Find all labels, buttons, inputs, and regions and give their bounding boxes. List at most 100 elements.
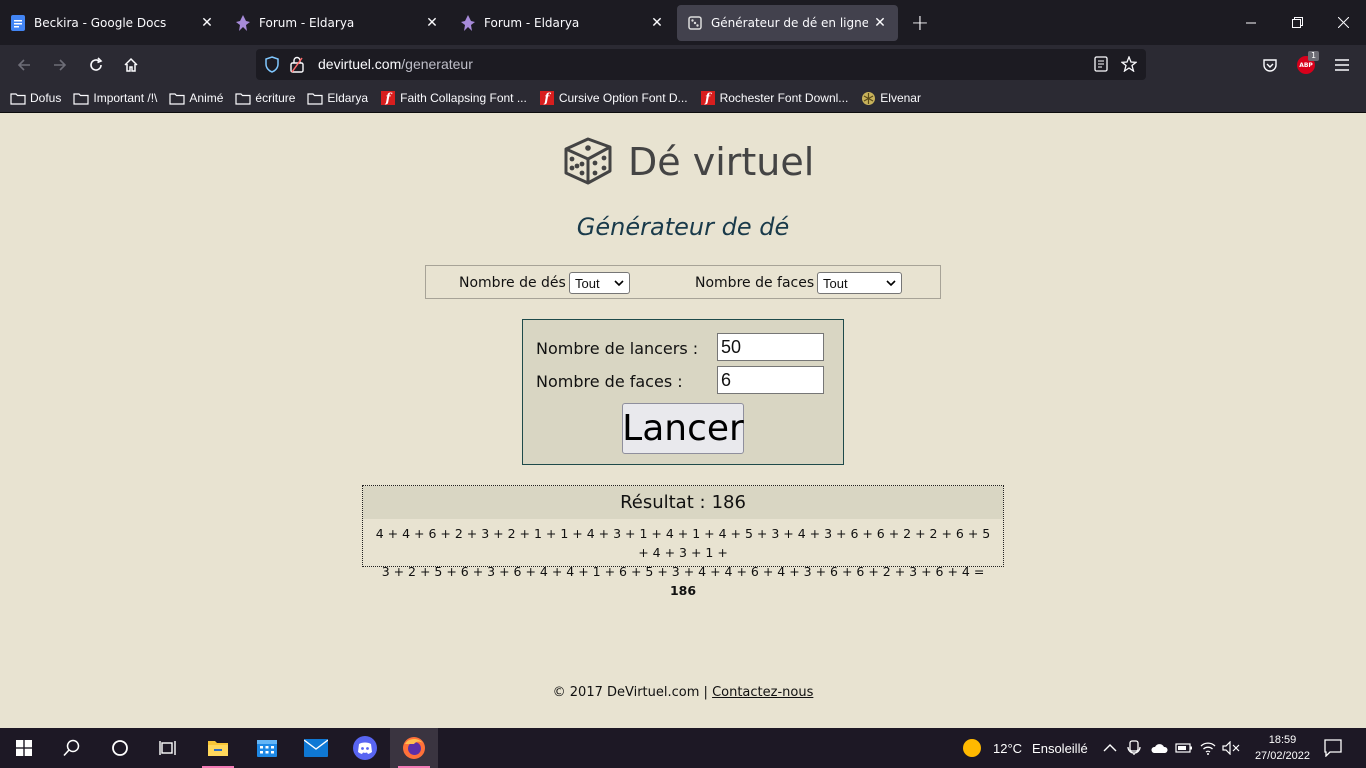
site-logo[interactable]: Dé virtuel — [560, 133, 814, 191]
font-f-icon: f — [380, 90, 396, 106]
menu-icon[interactable] — [1327, 50, 1357, 80]
rolls-label: Nombre de lancers : — [536, 339, 699, 358]
faces-filter-select[interactable]: Tout — [817, 272, 902, 294]
bookmark-cursive-option[interactable]: f Cursive Option Font D... — [539, 90, 688, 106]
bookmark-star-icon[interactable] — [1120, 55, 1138, 76]
url-text[interactable]: devirtuel.com/generateur — [318, 56, 473, 72]
folder-icon — [169, 90, 185, 106]
wifi-icon[interactable] — [1200, 728, 1216, 768]
file-explorer-icon[interactable] — [194, 728, 242, 768]
bookmark-rochester[interactable]: f Rochester Font Downl... — [700, 90, 848, 106]
tab-forum-eldarya-1[interactable]: Forum - Eldarya ✕ — [225, 5, 450, 41]
cortana-icon[interactable] — [96, 728, 144, 768]
pocket-icon[interactable] — [1255, 50, 1285, 80]
tab-label: Générateur de dé en ligne — [711, 16, 868, 30]
tab-strip: Beckira - Google Docs ✕ Forum - Eldarya … — [0, 0, 1366, 45]
shield-icon[interactable] — [264, 56, 280, 77]
roll-button[interactable]: Lancer — [622, 403, 744, 454]
eldarya-icon — [235, 15, 251, 31]
bookmark-label: écriture — [255, 91, 296, 105]
rolls-input[interactable]: 50 — [717, 333, 824, 361]
reader-view-icon[interactable] — [1094, 56, 1108, 76]
show-hidden-icons-icon[interactable] — [1103, 728, 1117, 768]
close-icon[interactable]: ✕ — [195, 11, 219, 35]
contact-link[interactable]: Contactez-nous — [712, 685, 813, 700]
forward-button[interactable] — [45, 50, 75, 80]
bookmark-ecriture[interactable]: écriture — [235, 90, 295, 106]
bookmark-faith-collapsing[interactable]: f Faith Collapsing Font ... — [380, 90, 527, 106]
clock-time: 18:59 — [1268, 734, 1297, 746]
bookmark-elvenar[interactable]: Elvenar — [860, 90, 921, 106]
bookmark-label: Eldarya — [327, 91, 369, 105]
calendar-icon[interactable] — [243, 728, 291, 768]
roll-form: Nombre de lancers : 50 Nombre de faces :… — [522, 319, 844, 465]
font-f-icon: f — [700, 90, 716, 106]
bookmark-label: Elvenar — [880, 91, 921, 105]
mail-icon[interactable] — [292, 728, 340, 768]
close-icon[interactable]: ✕ — [420, 11, 444, 35]
footer: © 2017 DeVirtuel.com | Contactez-nous — [0, 685, 1366, 700]
url-bar[interactable]: devirtuel.com/generateur — [256, 49, 1146, 80]
weather-desc: Ensoleillé — [1032, 740, 1088, 756]
minimize-button[interactable] — [1228, 0, 1274, 45]
url-path: /generateur — [401, 56, 473, 72]
result-label: Résultat : — [620, 492, 706, 513]
result-line-1: 4 + 4 + 6 + 2 + 3 + 2 + 1 + 1 + 4 + 3 + … — [375, 526, 991, 560]
result-box: Résultat : 186 4 + 4 + 6 + 2 + 3 + 2 + 1… — [362, 485, 1004, 598]
task-view-icon[interactable] — [144, 728, 192, 768]
bookmark-label: Dofus — [30, 91, 62, 105]
result-total: 186 — [711, 492, 746, 513]
url-domain: devirtuel.com — [318, 56, 402, 72]
lock-icon[interactable] — [290, 56, 304, 77]
filter-box: Nombre de dés : Tout Nombre de faces : T… — [425, 265, 941, 299]
bookmark-label: Faith Collapsing Font ... — [400, 91, 527, 105]
windows-start-icon[interactable] — [0, 728, 48, 768]
meet-now-icon[interactable] — [1127, 728, 1141, 768]
weather-widget[interactable]: 12°C Ensoleillé — [963, 728, 1088, 768]
new-tab-button[interactable]: + — [906, 9, 934, 37]
discord-icon[interactable] — [341, 728, 389, 768]
tab-forum-eldarya-2[interactable]: Forum - Eldarya ✕ — [450, 5, 675, 41]
tab-generateur-de[interactable]: Générateur de dé en ligne ✕ — [677, 5, 898, 41]
back-button[interactable] — [9, 50, 39, 80]
bookmark-label: Animé — [189, 91, 224, 105]
elvenar-icon — [860, 90, 876, 106]
copyright-text: © 2017 DeVirtuel.com | — [552, 685, 708, 700]
battery-icon[interactable] — [1175, 728, 1193, 768]
search-icon[interactable] — [48, 728, 96, 768]
restore-button[interactable] — [1274, 0, 1320, 45]
volume-muted-icon[interactable] — [1222, 728, 1240, 768]
close-icon[interactable]: ✕ — [868, 11, 892, 35]
dice-count-value: Tout — [575, 275, 600, 291]
google-docs-icon — [10, 15, 26, 31]
onedrive-icon[interactable] — [1150, 728, 1168, 768]
tab-google-docs[interactable]: Beckira - Google Docs ✕ — [0, 5, 225, 41]
chevron-down-icon — [614, 276, 624, 293]
adblock-badge: 1 — [1308, 51, 1320, 61]
bookmark-dofus[interactable]: Dofus — [10, 90, 61, 106]
result-sum: 186 — [669, 583, 697, 598]
faces-filter-label: Nombre de faces : — [695, 275, 824, 291]
folder-icon — [73, 90, 89, 106]
reload-button[interactable] — [81, 50, 111, 80]
result-detail: 4 + 4 + 6 + 2 + 3 + 2 + 1 + 1 + 4 + 3 + … — [363, 519, 1003, 600]
bookmark-label: Cursive Option Font D... — [558, 91, 688, 105]
dice-icon — [560, 133, 614, 191]
tab-label: Forum - Eldarya — [484, 16, 580, 30]
faces-label: Nombre de faces : — [536, 372, 683, 391]
close-icon[interactable]: ✕ — [645, 11, 669, 35]
clock-date: 27/02/2022 — [1254, 750, 1310, 762]
close-window-button[interactable] — [1320, 0, 1366, 45]
result-header: Résultat : 186 — [363, 486, 1003, 519]
bookmark-anime[interactable]: Animé — [169, 90, 223, 106]
home-button[interactable] — [116, 50, 146, 80]
faces-input[interactable]: 6 — [717, 366, 824, 394]
notifications-icon[interactable] — [1324, 728, 1342, 768]
bookmark-eldarya[interactable]: Eldarya — [307, 90, 368, 106]
bookmark-important[interactable]: Important /!\ — [73, 90, 157, 106]
adblock-plus-icon[interactable]: ABP 1 — [1291, 50, 1321, 80]
dice-count-select[interactable]: Tout — [569, 272, 630, 294]
system-clock[interactable]: 18:59 27/02/2022 — [1255, 732, 1310, 764]
faces-filter-value: Tout — [823, 275, 848, 291]
firefox-icon[interactable] — [390, 728, 438, 768]
